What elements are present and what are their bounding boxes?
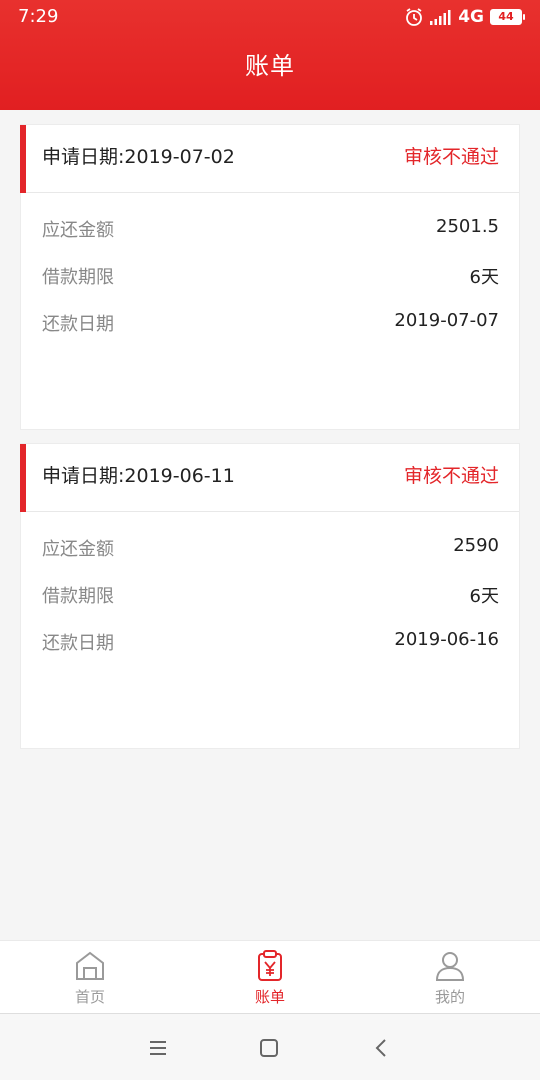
bottom-tab-bar: 首页 账单 我的 [0,940,540,1013]
detail-row-due-date: 还款日期 2019-07-07 [21,300,519,347]
row-value: 6天 [469,267,499,288]
card-accent-bar [20,125,26,193]
detail-row-term: 借款期限 6天 [21,253,519,300]
tab-home[interactable]: 首页 [0,941,180,1013]
status-time: 7:29 [18,6,59,27]
row-value: 6天 [469,586,499,607]
detail-row-due-date: 还款日期 2019-06-16 [21,619,519,666]
tab-label: 账单 [254,988,285,1006]
home-square-icon[interactable] [257,1036,281,1060]
tab-label: 我的 [434,988,465,1006]
status-indicators: 4G 44 [404,7,525,27]
row-label: 还款日期 [42,633,114,654]
row-value: 2019-06-16 [394,629,499,650]
menu-icon[interactable] [146,1036,170,1060]
detail-row-term: 借款期限 6天 [21,572,519,619]
detail-row-amount: 应还金额 2590 [21,525,519,572]
back-icon[interactable] [370,1036,394,1060]
status-bar: 7:29 4G 44 [0,0,540,34]
detail-row-amount: 应还金额 2501.5 [21,206,519,253]
system-nav-bar [0,1013,540,1080]
tab-bill[interactable]: 账单 [180,941,360,1013]
row-label: 借款期限 [42,586,114,607]
apply-date: 申请日期:2019-07-02 [42,146,235,168]
alarm-icon [404,7,424,27]
bill-details: 应还金额 2590 借款期限 6天 还款日期 2019-06-16 [21,512,519,666]
row-label: 还款日期 [42,314,114,335]
signal-icon [430,9,452,25]
review-status: 审核不通过 [403,465,499,487]
network-type: 4G [458,7,484,27]
user-icon [433,949,467,983]
row-label: 借款期限 [42,267,114,288]
battery-icon: 44 [490,9,525,25]
page-title: 账单 [245,52,295,80]
tab-label: 首页 [74,988,105,1006]
tab-mine[interactable]: 我的 [360,941,540,1013]
home-icon [73,949,107,983]
row-value: 2590 [453,535,499,556]
review-status: 审核不通过 [403,146,499,168]
bill-card-header: 申请日期:2019-06-11 审核不通过 [20,444,519,512]
bill-card-header: 申请日期:2019-07-02 审核不通过 [20,125,519,193]
bill-icon [253,949,287,983]
bill-list: 申请日期:2019-07-02 审核不通过 应还金额 2501.5 借款期限 6… [20,124,520,762]
card-accent-bar [20,444,26,512]
apply-date: 申请日期:2019-06-11 [42,465,235,487]
row-value: 2501.5 [436,216,499,237]
bill-details: 应还金额 2501.5 借款期限 6天 还款日期 2019-07-07 [21,193,519,347]
app-header: 7:29 4G 44 账单 [0,0,540,110]
row-label: 应还金额 [42,220,114,241]
bill-card[interactable]: 申请日期:2019-07-02 审核不通过 应还金额 2501.5 借款期限 6… [20,124,520,430]
row-label: 应还金额 [42,539,114,560]
bill-card[interactable]: 申请日期:2019-06-11 审核不通过 应还金额 2590 借款期限 6天 … [20,443,520,749]
row-value: 2019-07-07 [394,310,499,331]
